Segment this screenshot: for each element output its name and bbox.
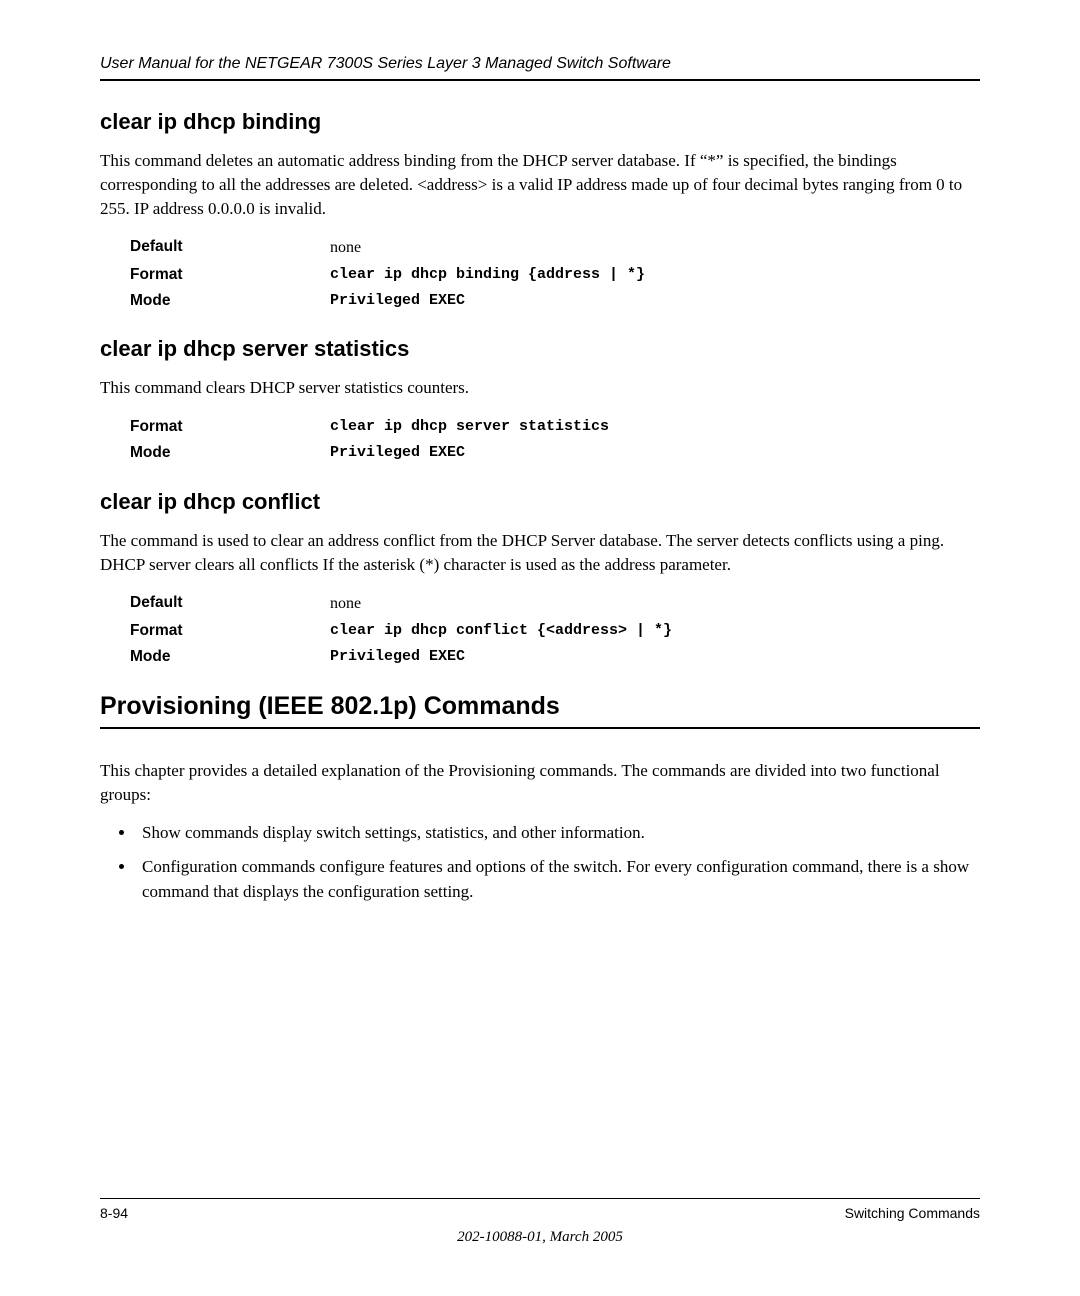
param-label: Mode xyxy=(130,440,330,466)
param-label: Format xyxy=(130,618,330,644)
param-value: Privileged EXEC xyxy=(330,440,465,466)
param-row-mode: Mode Privileged EXEC xyxy=(130,440,980,466)
command-description: The command is used to clear an address … xyxy=(100,529,980,577)
param-label: Format xyxy=(130,262,330,288)
param-row-format: Format clear ip dhcp server statistics xyxy=(130,414,980,440)
param-block: Default none Format clear ip dhcp bindin… xyxy=(130,234,980,314)
param-value: clear ip dhcp binding {address | *} xyxy=(330,262,645,288)
param-row-mode: Mode Privileged EXEC xyxy=(130,644,980,670)
param-label: Mode xyxy=(130,644,330,670)
bullet-list: Show commands display switch settings, s… xyxy=(100,821,980,905)
param-value: none xyxy=(330,590,361,617)
param-label: Default xyxy=(130,590,330,617)
param-block: Format clear ip dhcp server statistics M… xyxy=(130,414,980,467)
page-footer: 8-94 Switching Commands 202-10088-01, Ma… xyxy=(100,1198,980,1246)
command-heading-clear-ip-dhcp-binding: clear ip dhcp binding xyxy=(100,109,980,135)
param-row-default: Default none xyxy=(130,590,980,617)
section-heading-provisioning: Provisioning (IEEE 802.1p) Commands xyxy=(100,692,980,729)
bullet-item: Configuration commands configure feature… xyxy=(136,855,980,904)
page: User Manual for the NETGEAR 7300S Series… xyxy=(0,0,1080,1296)
param-value: clear ip dhcp conflict {<address> | *} xyxy=(330,618,672,644)
running-head: User Manual for the NETGEAR 7300S Series… xyxy=(100,55,980,81)
command-heading-clear-ip-dhcp-conflict: clear ip dhcp conflict xyxy=(100,489,980,515)
section-intro: This chapter provides a detailed explana… xyxy=(100,759,980,807)
param-value: none xyxy=(330,234,361,261)
param-row-default: Default none xyxy=(130,234,980,261)
footer-section-name: Switching Commands xyxy=(845,1205,980,1221)
param-value: Privileged EXEC xyxy=(330,288,465,314)
command-description: This command clears DHCP server statisti… xyxy=(100,376,980,400)
command-heading-clear-ip-dhcp-server-statistics: clear ip dhcp server statistics xyxy=(100,336,980,362)
param-value: Privileged EXEC xyxy=(330,644,465,670)
param-block: Default none Format clear ip dhcp confli… xyxy=(130,590,980,670)
param-row-format: Format clear ip dhcp conflict {<address>… xyxy=(130,618,980,644)
param-row-mode: Mode Privileged EXEC xyxy=(130,288,980,314)
param-row-format: Format clear ip dhcp binding {address | … xyxy=(130,262,980,288)
command-description: This command deletes an automatic addres… xyxy=(100,149,980,220)
footer-page-number: 8-94 xyxy=(100,1205,128,1221)
param-label: Mode xyxy=(130,288,330,314)
param-value: clear ip dhcp server statistics xyxy=(330,414,609,440)
param-label: Format xyxy=(130,414,330,440)
param-label: Default xyxy=(130,234,330,261)
footer-doc-id: 202-10088-01, March 2005 xyxy=(100,1229,980,1246)
bullet-item: Show commands display switch settings, s… xyxy=(136,821,980,846)
